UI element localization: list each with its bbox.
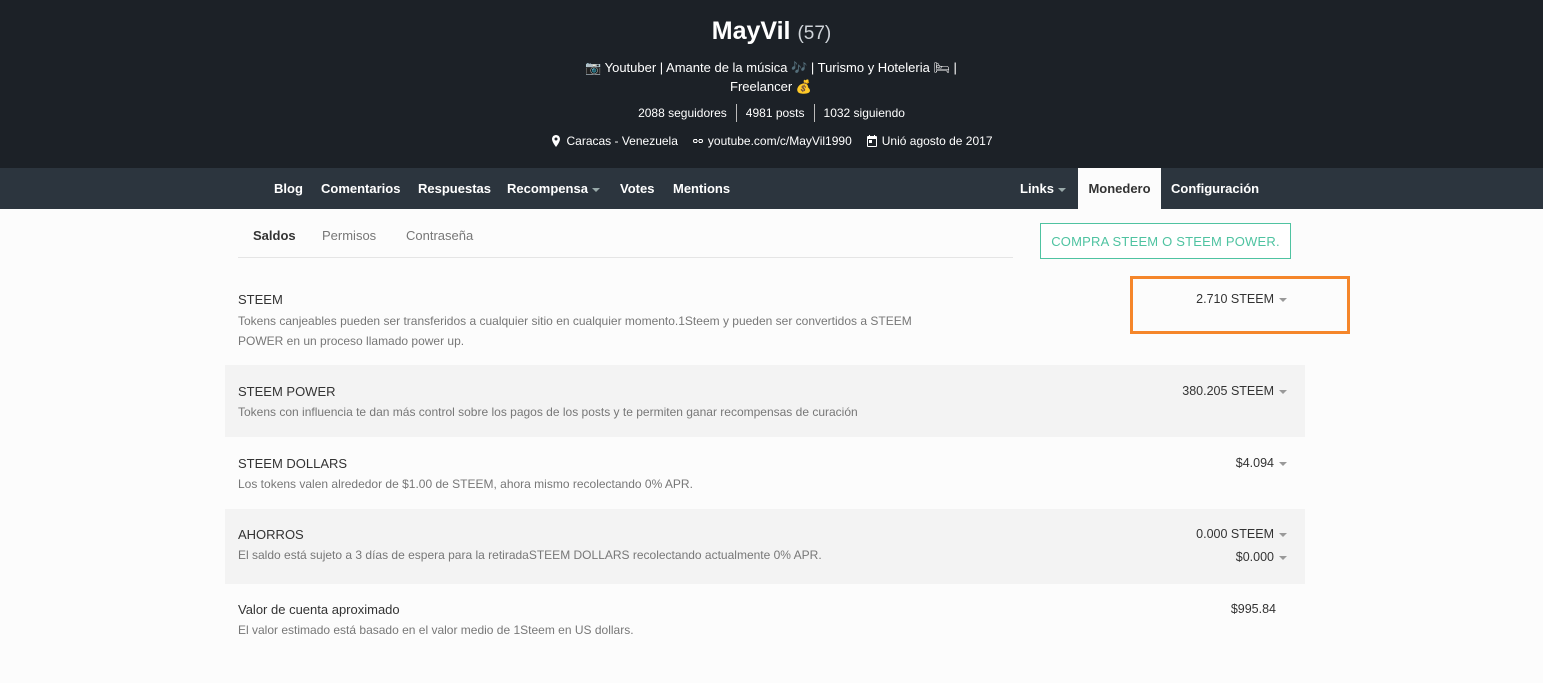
savings-title: AHORROS [238,527,304,542]
savings-sbd-value: $0.000 [1235,550,1274,564]
tab-permissions[interactable]: Permisos [322,228,376,243]
steem-title: STEEM [238,292,283,307]
steem-desc-line-1: Tokens canjeables pueden ser transferido… [238,314,912,328]
followers-count[interactable]: 2088 seguidores [629,104,736,122]
tab-password[interactable]: Contraseña [406,228,473,243]
link-icon [692,139,703,143]
wallet-subtabs: Saldos Permisos Contraseña [238,216,1013,258]
balance-row-account-value: Valor de cuenta aproximado El valor esti… [225,584,1305,654]
steem-power-title: STEEM POWER [238,384,336,399]
joined-text: Unió agosto de 2017 [881,134,993,148]
buy-steem-button[interactable]: COMPRA STEEM O STEEM POWER. [1040,223,1291,259]
nav-links[interactable]: Links [1020,168,1066,209]
steem-desc-line-2: POWER en un proceso llamado power up. [238,334,465,348]
balance-row-savings: AHORROS El saldo está sujeto a 3 días de… [225,509,1305,584]
nav-comments[interactable]: Comentarios [321,168,400,209]
calendar-icon [866,135,877,147]
website-item[interactable]: youtube.com/c/MayVil1990 [692,134,852,148]
following-count[interactable]: 1032 siguiendo [813,104,914,122]
chevron-down-icon [1279,389,1287,394]
account-value-title: Valor de cuenta aproximado [238,602,400,617]
account-value-amount: $995.84 [1230,602,1276,616]
profile-header: MayVil (57) 📷 Youtuber | Amante de la mú… [0,0,1543,168]
nav-settings[interactable]: Configuración [1171,168,1259,209]
steem-power-dropdown[interactable]: 380.205 STEEM [1182,384,1287,398]
steem-balance-value: 2.710 STEEM [1196,292,1274,306]
nav-mentions[interactable]: Mentions [673,168,730,209]
savings-steem-dropdown[interactable]: 0.000 STEEM [1196,527,1287,541]
steem-power-value: 380.205 STEEM [1182,384,1274,398]
location-item: Caracas - Venezuela [550,134,678,148]
chevron-down-icon [1057,187,1066,192]
balance-row-steem-power: STEEM POWER Tokens con influencia te dan… [225,365,1305,437]
savings-sbd-dropdown[interactable]: $0.000 [1236,550,1287,564]
savings-description: El saldo está sujeto a 3 días de espera … [238,548,822,562]
chevron-down-icon [1279,297,1287,302]
steem-dollars-value: $4.094 [1235,456,1274,470]
savings-steem-value: 0.000 STEEM [1196,527,1274,541]
about-line-1: 📷 Youtuber | Amante de la música 🎶 | Tur… [585,60,957,75]
joined-item: Unió agosto de 2017 [866,134,993,148]
nav-rewards-label: Recompensa [507,181,588,196]
steem-description: Tokens canjeables pueden ser transferido… [238,311,912,351]
website-link[interactable]: youtube.com/c/MayVil1990 [708,134,852,148]
location-text: Caracas - Venezuela [566,134,678,148]
profile-info: Caracas - Venezuela youtube.com/c/MayVil… [0,134,1543,148]
about-line-2: Freelancer 💰 [730,79,812,94]
posts-count[interactable]: 4981 posts [735,104,814,122]
profile-stats: 2088 seguidores 4981 posts 1032 siguiend… [0,104,1543,122]
username: MayVil [711,17,791,45]
reputation-score: (57) [797,23,832,44]
account-value-description: El valor estimado está basado en el valo… [238,623,634,637]
chevron-down-icon [1279,461,1287,466]
profile-name: MayVil (57) [0,17,1543,46]
balance-row-steem: STEEM Tokens canjeables pueden ser trans… [225,280,1305,365]
chevron-down-icon [1279,555,1287,560]
profile-about: 📷 Youtuber | Amante de la música 🎶 | Tur… [571,58,971,96]
steem-dollars-description: Los tokens valen alrededor de $1.00 de S… [238,477,693,491]
main-nav: Blog Comentarios Respuestas Recompensa V… [0,168,1543,209]
chevron-down-icon [591,187,600,192]
nav-blog[interactable]: Blog [274,168,303,209]
nav-replies[interactable]: Respuestas [418,168,491,209]
chevron-down-icon [1279,532,1287,537]
location-pin-icon [552,135,561,147]
nav-links-label: Links [1020,181,1054,196]
balance-row-steem-dollars: STEEM DOLLARS Los tokens valen alrededor… [225,437,1305,509]
steem-dollars-dropdown[interactable]: $4.094 [1236,456,1287,470]
nav-votes[interactable]: Votes [620,168,654,209]
nav-rewards[interactable]: Recompensa [507,168,600,209]
steem-dollars-title: STEEM DOLLARS [238,456,348,471]
steem-power-description: Tokens con influencia te dan más control… [238,405,858,419]
steem-balance-dropdown[interactable]: 2.710 STEEM [1196,292,1287,306]
tab-balances[interactable]: Saldos [253,228,296,243]
nav-wallet[interactable]: Monedero [1078,168,1161,209]
